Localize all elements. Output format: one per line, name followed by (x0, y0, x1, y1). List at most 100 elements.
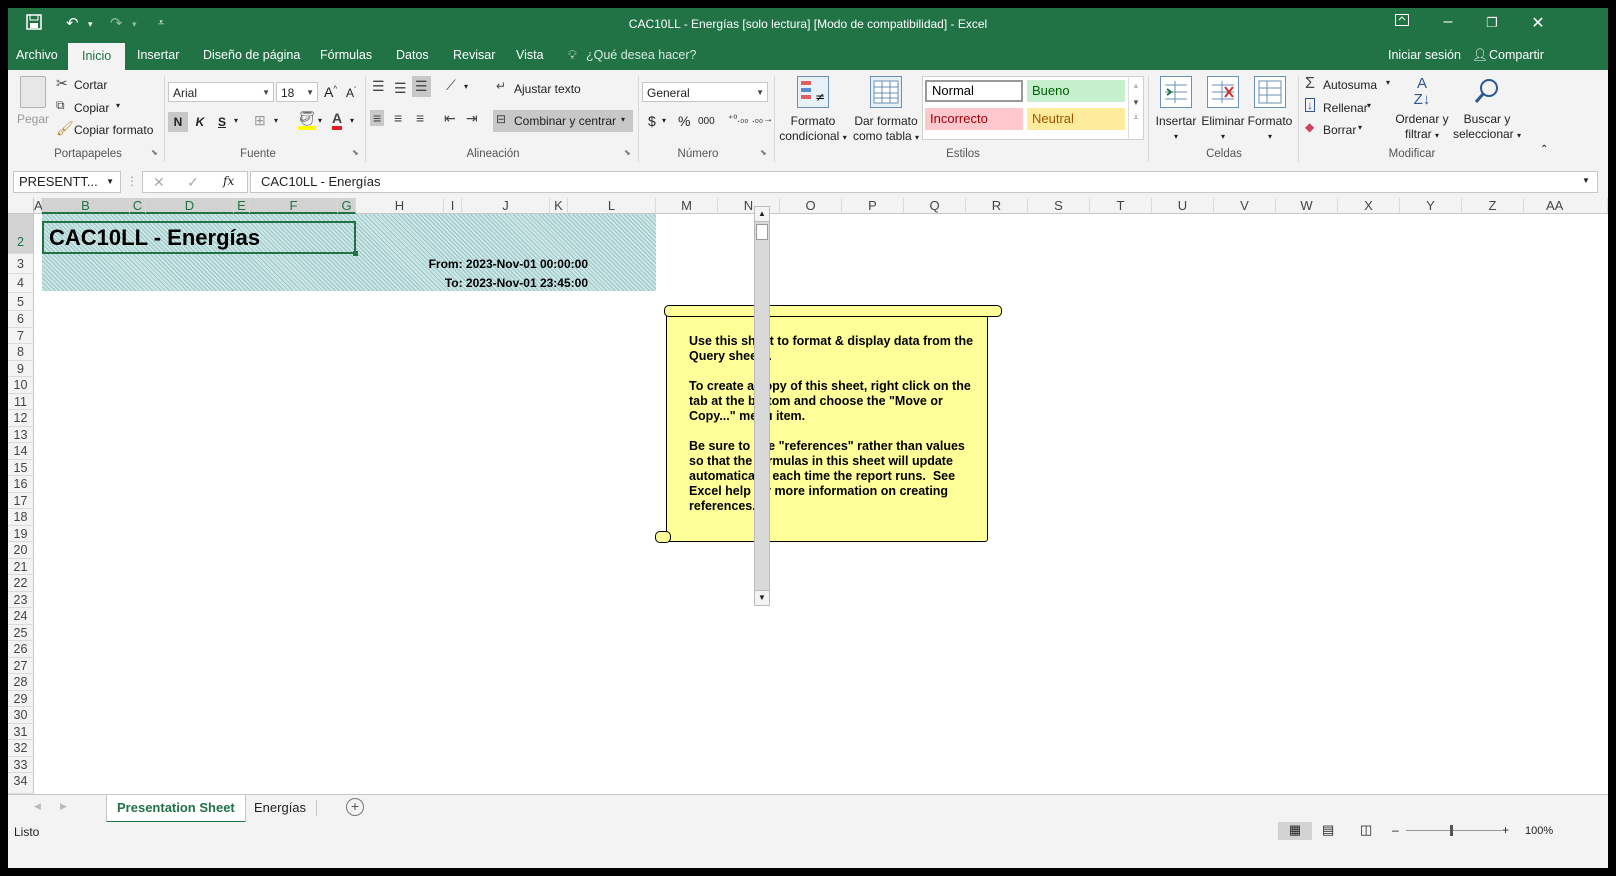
row-header[interactable]: 5 (8, 293, 34, 311)
enter-icon[interactable]: ✓ (187, 174, 199, 191)
zoom-in-icon[interactable]: + (1502, 823, 1509, 837)
column-header[interactable]: T (1090, 198, 1152, 214)
chevron-up-icon[interactable]: ▲ (755, 207, 769, 222)
row-header[interactable]: 6 (8, 311, 34, 328)
row-header[interactable]: 18 (8, 509, 34, 526)
currency-button[interactable]: $ (648, 113, 656, 129)
ribbon-display-icon[interactable] (1384, 13, 1420, 31)
style-normal[interactable]: Normal (925, 80, 1023, 102)
column-header[interactable]: M (656, 198, 718, 214)
decrease-indent-icon[interactable]: ⇤ (444, 110, 456, 127)
row-header[interactable]: 24 (8, 608, 34, 625)
row-header[interactable]: 8 (8, 344, 34, 361)
borders-dropdown-icon[interactable]: ▾ (274, 116, 278, 125)
share-user-icon[interactable]: 👤︎ (1472, 48, 1488, 63)
row-header[interactable]: 16 (8, 476, 34, 493)
align-left-icon[interactable]: ≡ (370, 110, 385, 126)
font-launcher-icon[interactable]: ⬊ (352, 148, 359, 157)
format-painter-button[interactable]: Copiar formato (74, 123, 153, 137)
zoom-out-icon[interactable]: – (1392, 823, 1399, 837)
style-good[interactable]: Bueno (1027, 80, 1125, 102)
borders-icon[interactable]: ⊞ (254, 112, 266, 129)
underline-button[interactable]: S (212, 112, 232, 132)
column-header[interactable]: H (356, 198, 444, 214)
row-header[interactable]: 30 (8, 707, 34, 724)
tab-insertar[interactable]: Insertar (137, 48, 179, 62)
style-neutral[interactable]: Neutral (1027, 108, 1125, 130)
conditional-format-button[interactable]: ≠ Formato condicional ▾ (778, 76, 848, 145)
align-bottom-icon[interactable]: ☰ (412, 76, 431, 97)
column-header[interactable]: K (550, 198, 568, 214)
column-header[interactable]: G (338, 198, 356, 214)
column-header[interactable]: R (966, 198, 1028, 214)
clear-button[interactable]: Borrar (1323, 123, 1356, 137)
formula-input[interactable]: CAC10LL - Energías (250, 171, 1598, 193)
wrap-text-button[interactable]: Ajustar texto (514, 82, 581, 96)
normal-view-icon[interactable]: ▦ (1278, 822, 1312, 840)
delete-cells-button[interactable]: Eliminar ▾ (1200, 76, 1246, 144)
column-header[interactable]: B (42, 198, 130, 214)
row-header[interactable]: 22 (8, 575, 34, 592)
column-header[interactable]: AA (1524, 198, 1608, 214)
fill-color-icon[interactable]: 🪣︎ (298, 110, 316, 130)
fill-dropdown-icon[interactable]: ▾ (318, 116, 322, 125)
column-header[interactable]: Z (1462, 198, 1524, 214)
row-header[interactable]: 33 (8, 757, 34, 773)
column-header[interactable]: D (146, 198, 234, 214)
align-middle-icon[interactable]: ☰ (394, 80, 407, 97)
tab-diseno-pagina[interactable]: Diseño de página (203, 48, 300, 62)
row-header[interactable]: 20 (8, 542, 34, 559)
tab-revisar[interactable]: Revisar (453, 48, 495, 62)
paste-button[interactable]: Pegar (14, 76, 52, 127)
row-header[interactable]: 15 (8, 460, 34, 476)
fill-handle[interactable] (353, 251, 358, 256)
merge-dropdown-icon[interactable]: ▾ (621, 115, 625, 124)
column-header[interactable]: I (444, 198, 462, 214)
column-header[interactable]: Y (1400, 198, 1462, 214)
autosum-button[interactable]: Autosuma (1323, 78, 1377, 92)
increase-decimal-icon[interactable]: ⁺⁰.₀₀ (728, 114, 748, 125)
embedded-scrollbar[interactable]: ▲ ▼ (754, 206, 770, 606)
row-header[interactable]: 4 (8, 274, 34, 293)
from-date-cell[interactable]: From: 2023-Nov-01 00:00:00 (368, 257, 588, 271)
cut-button[interactable]: Cortar (74, 78, 107, 92)
thousands-button[interactable]: 000 (698, 116, 715, 127)
column-header[interactable]: W (1276, 198, 1338, 214)
collapse-ribbon-icon[interactable]: ⌃ (1540, 144, 1548, 155)
scroll-right-icon[interactable]: ▶ (60, 801, 67, 812)
column-header[interactable]: O (780, 198, 842, 214)
tab-datos[interactable]: Datos (396, 48, 429, 62)
instructions-note[interactable]: Use this sheet to format & display data … (655, 305, 1002, 543)
fill-dropdown-icon[interactable]: ▾ (1367, 101, 1371, 110)
column-header[interactable]: A (34, 198, 43, 214)
decrease-decimal-icon[interactable]: .₀₀→ (752, 114, 773, 125)
sheet-tab-energias[interactable]: Energías (244, 795, 316, 821)
copy-dropdown-icon[interactable]: ▾ (116, 101, 120, 110)
tab-inicio[interactable]: Inicio (68, 43, 126, 70)
tell-me-search[interactable]: ¿Qué desea hacer? (586, 48, 697, 62)
format-as-table-button[interactable]: Dar formato como tabla ▾ (850, 76, 922, 145)
grow-font-icon[interactable]: A^ (324, 84, 337, 100)
row-header[interactable]: 32 (8, 740, 34, 757)
underline-dropdown-icon[interactable]: ▾ (234, 116, 238, 125)
restore-icon[interactable]: ❐ (1474, 15, 1510, 31)
scroll-thumb[interactable] (756, 224, 768, 240)
align-top-icon[interactable]: ☰ (372, 78, 385, 95)
find-select-button[interactable]: Buscar y seleccionar ▾ (1452, 76, 1522, 143)
page-break-icon[interactable]: ◫ (1360, 822, 1372, 838)
format-cells-button[interactable]: Formato ▾ (1246, 76, 1294, 144)
alignment-launcher-icon[interactable]: ⬊ (624, 148, 631, 157)
row-header[interactable]: 13 (8, 427, 34, 443)
copy-button[interactable]: Copiar (74, 101, 109, 115)
row-header[interactable]: 12 (8, 410, 34, 427)
row-header[interactable]: 11 (8, 394, 34, 410)
row-header[interactable]: 28 (8, 674, 34, 691)
column-header[interactable]: J (462, 198, 550, 214)
column-header[interactable]: C (130, 198, 146, 214)
column-header[interactable]: U (1152, 198, 1214, 214)
align-right-icon[interactable]: ≡ (416, 110, 424, 126)
shrink-font-icon[interactable]: Aˇ (346, 86, 356, 100)
report-title-cell[interactable]: CAC10LL - Energías (42, 221, 356, 254)
gallery-scroll[interactable]: ▲ ▼ ⩡ (1128, 77, 1143, 139)
signin-link[interactable]: Iniciar sesión (1388, 48, 1461, 62)
